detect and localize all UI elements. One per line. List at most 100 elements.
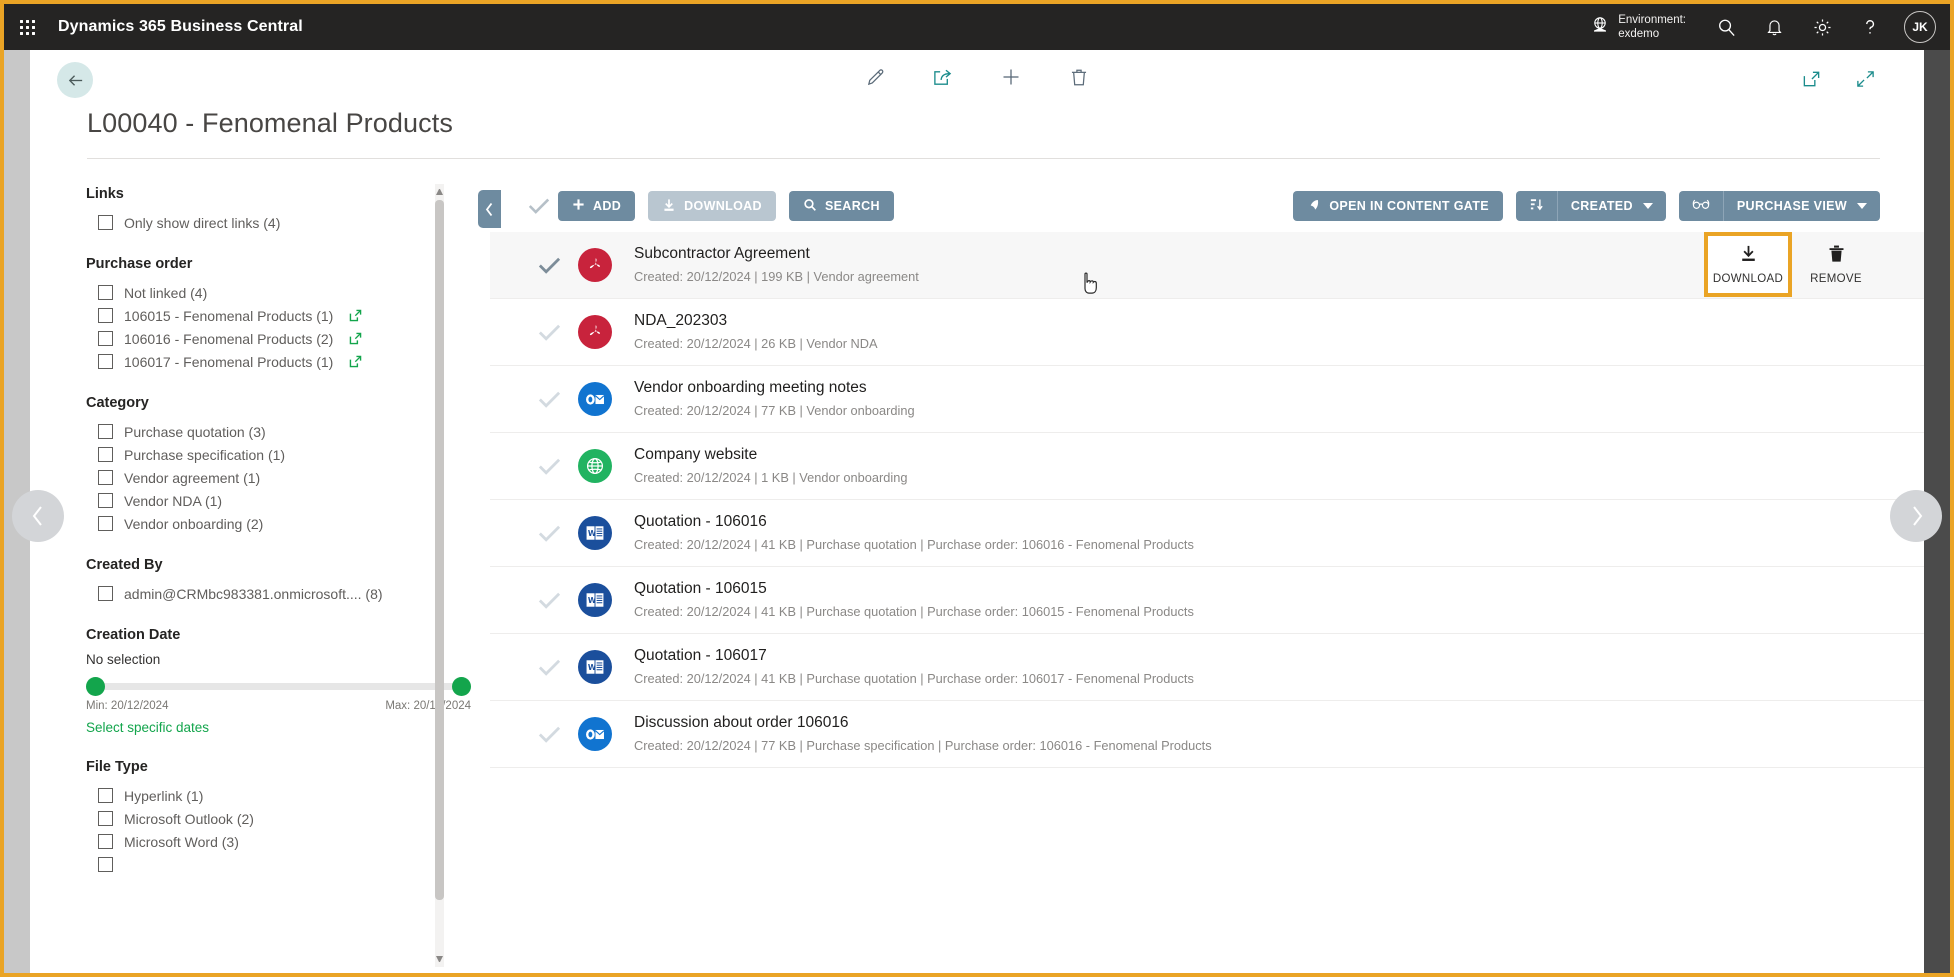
facet-item[interactable]: admin@CRMbc983381.onmicrosoft.... (8) xyxy=(86,582,490,605)
creation-date-range-slider[interactable] xyxy=(86,677,471,697)
collapse-filter-panel-button[interactable] xyxy=(478,190,501,228)
row-select-checkmark-icon[interactable] xyxy=(520,724,578,745)
row-remove-button[interactable]: REMOVE xyxy=(1792,232,1880,297)
document-meta: Created: 20/12/2024 | 41 KB | Purchase q… xyxy=(634,669,1880,688)
checkbox[interactable] xyxy=(98,811,113,826)
checkbox[interactable] xyxy=(98,788,113,803)
view-dropdown[interactable]: PURCHASE VIEW xyxy=(1723,191,1880,221)
table-row[interactable]: Subcontractor Agreement Created: 20/12/2… xyxy=(490,232,1924,299)
slider-legend: Min: 20/12/2024 Max: 20/12/2024 xyxy=(86,700,471,712)
facet-item[interactable]: Microsoft Word (3) xyxy=(86,830,490,853)
facet-item-label: Hyperlink (1) xyxy=(124,788,203,804)
checkbox[interactable] xyxy=(98,447,113,462)
add-button[interactable]: ADD xyxy=(558,191,635,221)
facet-item[interactable]: Not linked (4) xyxy=(86,281,490,304)
facet-item[interactable]: 106017 - Fenomenal Products (1) xyxy=(86,350,490,373)
question-mark-icon[interactable] xyxy=(1846,4,1894,50)
share-icon[interactable] xyxy=(928,62,958,92)
checkbox[interactable] xyxy=(98,857,113,872)
search-icon[interactable] xyxy=(1702,4,1750,50)
back-button[interactable] xyxy=(57,62,93,98)
facet-item[interactable]: Purchase specification (1) xyxy=(86,443,490,466)
collapse-icon[interactable] xyxy=(1850,64,1880,94)
checkbox[interactable] xyxy=(98,516,113,531)
download-button[interactable]: DOWNLOAD xyxy=(648,191,776,221)
checkbox[interactable] xyxy=(98,331,113,346)
document-title: Discussion about order 106016 xyxy=(634,713,1880,734)
nav-previous-button[interactable] xyxy=(12,490,64,542)
table-row[interactable]: Company website Created: 20/12/2024 | 1 … xyxy=(490,433,1924,500)
table-row[interactable]: W xyxy=(490,567,1924,634)
select-specific-dates-link[interactable]: Select specific dates xyxy=(86,720,209,735)
waffle-menu-icon[interactable] xyxy=(4,4,50,50)
scroll-down-arrow-icon[interactable] xyxy=(436,956,443,965)
external-link-icon[interactable] xyxy=(348,308,363,323)
edit-icon[interactable] xyxy=(860,62,890,92)
select-all-checkmark-icon[interactable] xyxy=(520,196,558,216)
facet-item-label: 106015 - Fenomenal Products (1) xyxy=(124,308,333,324)
row-download-button[interactable]: DOWNLOAD xyxy=(1704,232,1792,297)
delete-icon[interactable] xyxy=(1064,62,1094,92)
sort-field-dropdown[interactable]: CREATED xyxy=(1557,191,1666,221)
open-in-content-gate-label: OPEN IN CONTENT GATE xyxy=(1329,199,1489,213)
open-in-content-gate-button[interactable]: OPEN IN CONTENT GATE xyxy=(1293,191,1503,221)
facet-item[interactable]: Vendor onboarding (2) xyxy=(86,512,490,535)
table-row[interactable]: Discussion about order 106016 Created: 2… xyxy=(490,701,1924,768)
row-select-checkmark-icon[interactable] xyxy=(520,389,578,410)
document-meta: Created: 20/12/2024 | 199 KB | Vendor ag… xyxy=(634,267,1880,286)
checkbox[interactable] xyxy=(98,834,113,849)
facet-item[interactable]: Hyperlink (1) xyxy=(86,784,490,807)
row-text: Quotation - 106016 Created: 20/12/2024 |… xyxy=(634,512,1880,554)
facet-item-label: Purchase quotation (3) xyxy=(124,424,266,440)
word-glyph: W xyxy=(578,650,612,684)
scrollbar-thumb[interactable] xyxy=(435,200,444,900)
scroll-up-arrow-icon[interactable] xyxy=(436,186,443,195)
facet-item[interactable]: Vendor agreement (1) xyxy=(86,466,490,489)
table-row[interactable]: W xyxy=(490,500,1924,567)
checkbox[interactable] xyxy=(98,470,113,485)
view-icon-button[interactable] xyxy=(1679,191,1723,221)
avatar[interactable]: JK xyxy=(1904,11,1936,43)
checkbox[interactable] xyxy=(98,424,113,439)
nav-next-button[interactable] xyxy=(1890,490,1942,542)
facet-item[interactable] xyxy=(86,853,490,875)
checkbox[interactable] xyxy=(98,308,113,323)
row-select-checkmark-icon[interactable] xyxy=(520,523,578,544)
facet-item[interactable]: Purchase quotation (3) xyxy=(86,420,490,443)
document-title: Quotation - 106016 xyxy=(634,512,1880,533)
bell-icon[interactable] xyxy=(1750,4,1798,50)
facet-item[interactable]: 106016 - Fenomenal Products (2) xyxy=(86,327,490,350)
facet-item[interactable]: Microsoft Outlook (2) xyxy=(86,807,490,830)
checkbox[interactable] xyxy=(98,215,113,230)
new-icon[interactable] xyxy=(996,62,1026,92)
table-row[interactable]: NDA_202303 Created: 20/12/2024 | 26 KB |… xyxy=(490,299,1924,366)
search-icon xyxy=(803,198,817,215)
row-select-checkmark-icon[interactable] xyxy=(520,255,578,276)
table-row[interactable]: W xyxy=(490,634,1924,701)
row-select-checkmark-icon[interactable] xyxy=(520,456,578,477)
slider-handle-max[interactable] xyxy=(452,677,471,696)
row-select-checkmark-icon[interactable] xyxy=(520,657,578,678)
facet-item[interactable]: Only show direct links (4) xyxy=(86,211,490,234)
checkbox[interactable] xyxy=(98,285,113,300)
external-link-icon[interactable] xyxy=(348,354,363,369)
word-file-icon: W xyxy=(578,650,634,684)
filter-panel-scrollbar[interactable] xyxy=(435,184,444,967)
open-in-new-window-icon[interactable] xyxy=(1796,64,1826,94)
checkbox[interactable] xyxy=(98,354,113,369)
row-select-checkmark-icon[interactable] xyxy=(520,322,578,343)
external-link-icon[interactable] xyxy=(348,331,363,346)
search-button[interactable]: SEARCH xyxy=(789,191,894,221)
environment-indicator[interactable]: Environment: exdemo xyxy=(1590,13,1686,41)
checkbox[interactable] xyxy=(98,493,113,508)
slider-handle-min[interactable] xyxy=(86,677,105,696)
facet-item[interactable]: 106015 - Fenomenal Products (1) xyxy=(86,304,490,327)
checkbox[interactable] xyxy=(98,586,113,601)
gear-icon[interactable] xyxy=(1798,4,1846,50)
facet-item[interactable]: Vendor NDA (1) xyxy=(86,489,490,512)
row-select-checkmark-icon[interactable] xyxy=(520,590,578,611)
facet-title: Creation Date xyxy=(86,627,490,643)
document-list-panel: ADD DOWNLOAD xyxy=(490,168,1924,973)
table-row[interactable]: Vendor onboarding meeting notes Created:… xyxy=(490,366,1924,433)
sort-direction-button[interactable] xyxy=(1516,191,1557,221)
